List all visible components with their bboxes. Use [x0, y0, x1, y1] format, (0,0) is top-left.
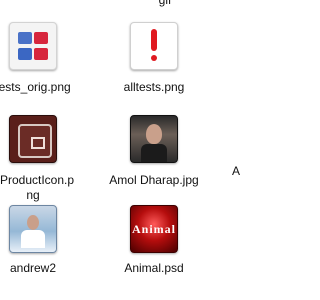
icon-text: Animal — [131, 222, 176, 236]
file-item-andrew2[interactable]: andrew2 — [0, 205, 88, 300]
file-label-partial-edge: A — [232, 164, 241, 178]
photoshop-image-icon: Animal — [130, 205, 178, 253]
file-label: Amol Dharap.jpg — [109, 173, 199, 187]
file-label: Animal.psd — [124, 261, 184, 275]
file-label: andrew2 — [9, 261, 57, 275]
tests-icon — [9, 22, 57, 70]
photo-icon — [9, 205, 57, 253]
file-label: EProductIcon.p ng — [0, 173, 75, 202]
file-item-eproduct-icon[interactable]: EProductIcon.p ng — [0, 115, 88, 210]
file-label: alltests.png — [123, 80, 185, 94]
file-item-animal-psd[interactable]: Animal Animal.psd — [99, 205, 209, 300]
photo-icon — [130, 115, 178, 163]
file-label-partial-top: gif — [158, 0, 172, 7]
file-label: tests_orig.png — [0, 80, 71, 94]
file-item-tests-orig[interactable]: tests_orig.png — [0, 22, 88, 117]
file-grid: gif tests_orig.png alltests.png EProduct… — [0, 0, 240, 295]
product-icon — [9, 115, 57, 163]
file-item-amol-dharap[interactable]: Amol Dharap.jpg — [99, 115, 209, 210]
exclamation-icon — [130, 22, 178, 70]
file-item-alltests[interactable]: alltests.png — [99, 22, 209, 117]
